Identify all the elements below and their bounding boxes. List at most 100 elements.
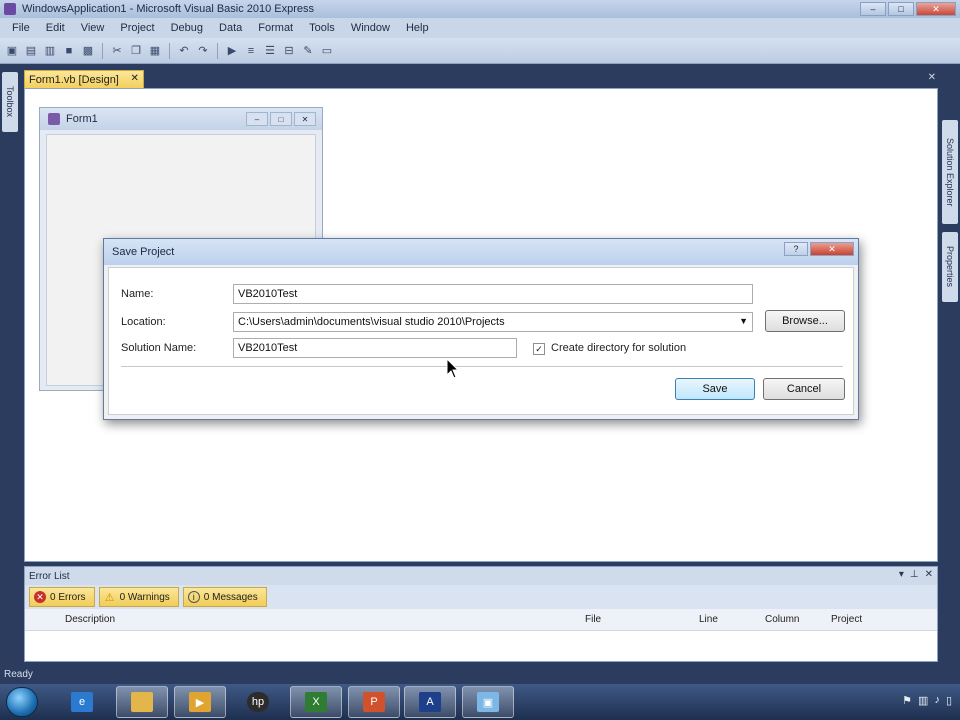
hp-glyph: hp: [247, 692, 269, 712]
paste-icon[interactable]: ▦: [147, 43, 163, 59]
error-list-filters: ✕ 0 Errors ⚠ 0 Warnings i 0 Messages: [25, 585, 937, 609]
visual-studio-icon[interactable]: A: [404, 686, 456, 718]
menu-data[interactable]: Data: [211, 22, 250, 34]
internet-explorer-icon[interactable]: e: [56, 686, 108, 718]
window-title: WindowsApplication1 - Microsoft Visual B…: [22, 3, 315, 15]
location-combo[interactable]: C:\Users\admin\documents\visual studio 2…: [233, 312, 753, 332]
save-project-dialog: Save Project ? ✕ Name: Location: C:\User…: [103, 238, 859, 420]
errors-filter-button[interactable]: ✕ 0 Errors: [29, 587, 95, 607]
redo-icon[interactable]: ↷: [195, 43, 211, 59]
minimize-button[interactable]: –: [860, 2, 886, 16]
menu-edit[interactable]: Edit: [38, 22, 73, 34]
hp-icon[interactable]: hp: [232, 686, 284, 718]
menu-view[interactable]: View: [73, 22, 113, 34]
start-button[interactable]: [6, 687, 38, 717]
menu-tools[interactable]: Tools: [301, 22, 343, 34]
form-window-controls: – □ ✕: [246, 112, 316, 126]
title-bar: WindowsApplication1 - Microsoft Visual B…: [0, 0, 960, 18]
menu-help[interactable]: Help: [398, 22, 437, 34]
error-icon: ✕: [34, 591, 46, 603]
file-explorer-icon[interactable]: [116, 686, 168, 718]
tab-label: Form1.vb [Design]: [29, 73, 119, 86]
save-icon[interactable]: ■: [61, 43, 77, 59]
new-project-icon[interactable]: ▣: [4, 43, 20, 59]
toolbar-separator: [102, 42, 103, 59]
toolbox-icon[interactable]: ▭: [319, 43, 335, 59]
visual-studio-glyph: A: [419, 692, 441, 712]
volume-icon[interactable]: ♪: [934, 694, 940, 707]
pin-icon[interactable]: ⊥: [910, 569, 919, 580]
form-title-bar: Form1 – □ ✕: [40, 108, 322, 130]
form-title: Form1: [66, 113, 98, 125]
media-glyph: ▶: [189, 692, 211, 712]
form-maximize-button: □: [270, 112, 292, 126]
browse-button[interactable]: Browse...: [765, 310, 845, 332]
errors-count: 0 Errors: [50, 591, 86, 603]
error-list-title: Error List: [29, 570, 70, 582]
column-project[interactable]: Project: [831, 614, 862, 625]
add-item-icon[interactable]: ▥: [42, 43, 58, 59]
messages-filter-button[interactable]: i 0 Messages: [182, 587, 267, 607]
error-list-title-bar: Error List ▾ ⊥ ✕: [25, 567, 937, 585]
close-document-icon[interactable]: ✕: [928, 72, 936, 83]
status-bar: Ready: [0, 664, 960, 684]
column-file[interactable]: File: [585, 614, 601, 625]
dialog-title: Save Project: [112, 246, 175, 258]
media-player-icon[interactable]: ▶: [174, 686, 226, 718]
right-dock: Solution Explorer Properties: [940, 64, 960, 664]
properties-tab[interactable]: Properties: [942, 232, 958, 302]
column-description[interactable]: Description: [65, 614, 115, 625]
form-minimize-button: –: [246, 112, 268, 126]
menu-format[interactable]: Format: [250, 22, 301, 34]
align-icon[interactable]: ≡: [243, 43, 259, 59]
column-line[interactable]: Line: [699, 614, 718, 625]
network-icon[interactable]: ▥: [918, 694, 928, 707]
format-icon[interactable]: ⊟: [281, 43, 297, 59]
tab-form1-design[interactable]: Form1.vb [Design] ✕: [24, 70, 144, 88]
error-list-window-controls: ▾ ⊥ ✕: [899, 569, 933, 580]
dialog-help-button[interactable]: ?: [784, 242, 808, 256]
powerpoint-icon[interactable]: P: [348, 686, 400, 718]
error-list-panel: Error List ▾ ⊥ ✕ ✕ 0 Errors ⚠ 0 Warnings…: [24, 566, 938, 662]
layout-icon[interactable]: ☰: [262, 43, 278, 59]
tab-close-icon[interactable]: ✕: [130, 73, 138, 84]
visual-basic-icon[interactable]: ▣: [462, 686, 514, 718]
left-dock: Toolbox: [0, 64, 20, 664]
save-all-icon[interactable]: ▩: [80, 43, 96, 59]
toolbox-tab[interactable]: Toolbox: [2, 72, 18, 132]
open-file-icon[interactable]: ▤: [23, 43, 39, 59]
dialog-close-button[interactable]: ✕: [810, 242, 854, 256]
menu-debug[interactable]: Debug: [163, 22, 211, 34]
cancel-button[interactable]: Cancel: [763, 378, 845, 400]
excel-glyph: X: [305, 692, 327, 712]
document-tab-row: Form1.vb [Design] ✕ ✕: [20, 68, 940, 88]
maximize-button[interactable]: □: [888, 2, 914, 16]
menu-project[interactable]: Project: [112, 22, 162, 34]
taskbar: e ▶ hp X P A ▣ ⚑ ▥ ♪ ▯: [0, 684, 960, 720]
close-button[interactable]: ✕: [916, 2, 956, 16]
dialog-body: Name: Location: C:\Users\admin\documents…: [108, 267, 854, 415]
show-desktop-icon[interactable]: ▯: [946, 694, 952, 707]
create-directory-checkbox[interactable]: ✓: [533, 343, 545, 355]
dropdown-arrow-icon[interactable]: ▼: [739, 316, 748, 326]
system-tray: ⚑ ▥ ♪ ▯: [902, 694, 952, 707]
copy-icon[interactable]: ❐: [128, 43, 144, 59]
dropdown-icon[interactable]: ▾: [899, 569, 904, 580]
undo-icon[interactable]: ↶: [176, 43, 192, 59]
warnings-filter-button[interactable]: ⚠ 0 Warnings: [98, 587, 179, 607]
start-debugging-icon[interactable]: ▶: [224, 43, 240, 59]
name-input[interactable]: [233, 284, 753, 304]
menu-window[interactable]: Window: [343, 22, 398, 34]
save-button[interactable]: Save: [675, 378, 755, 400]
solution-explorer-tab[interactable]: Solution Explorer: [942, 120, 958, 224]
menu-file[interactable]: File: [4, 22, 38, 34]
cut-icon[interactable]: ✂: [109, 43, 125, 59]
properties-icon[interactable]: ✎: [300, 43, 316, 59]
column-column[interactable]: Column: [765, 614, 799, 625]
visual-basic-glyph: ▣: [477, 692, 499, 712]
close-icon[interactable]: ✕: [925, 569, 933, 580]
flag-icon[interactable]: ⚑: [902, 694, 912, 707]
excel-icon[interactable]: X: [290, 686, 342, 718]
solution-name-input[interactable]: [233, 338, 517, 358]
info-icon: i: [187, 591, 200, 603]
